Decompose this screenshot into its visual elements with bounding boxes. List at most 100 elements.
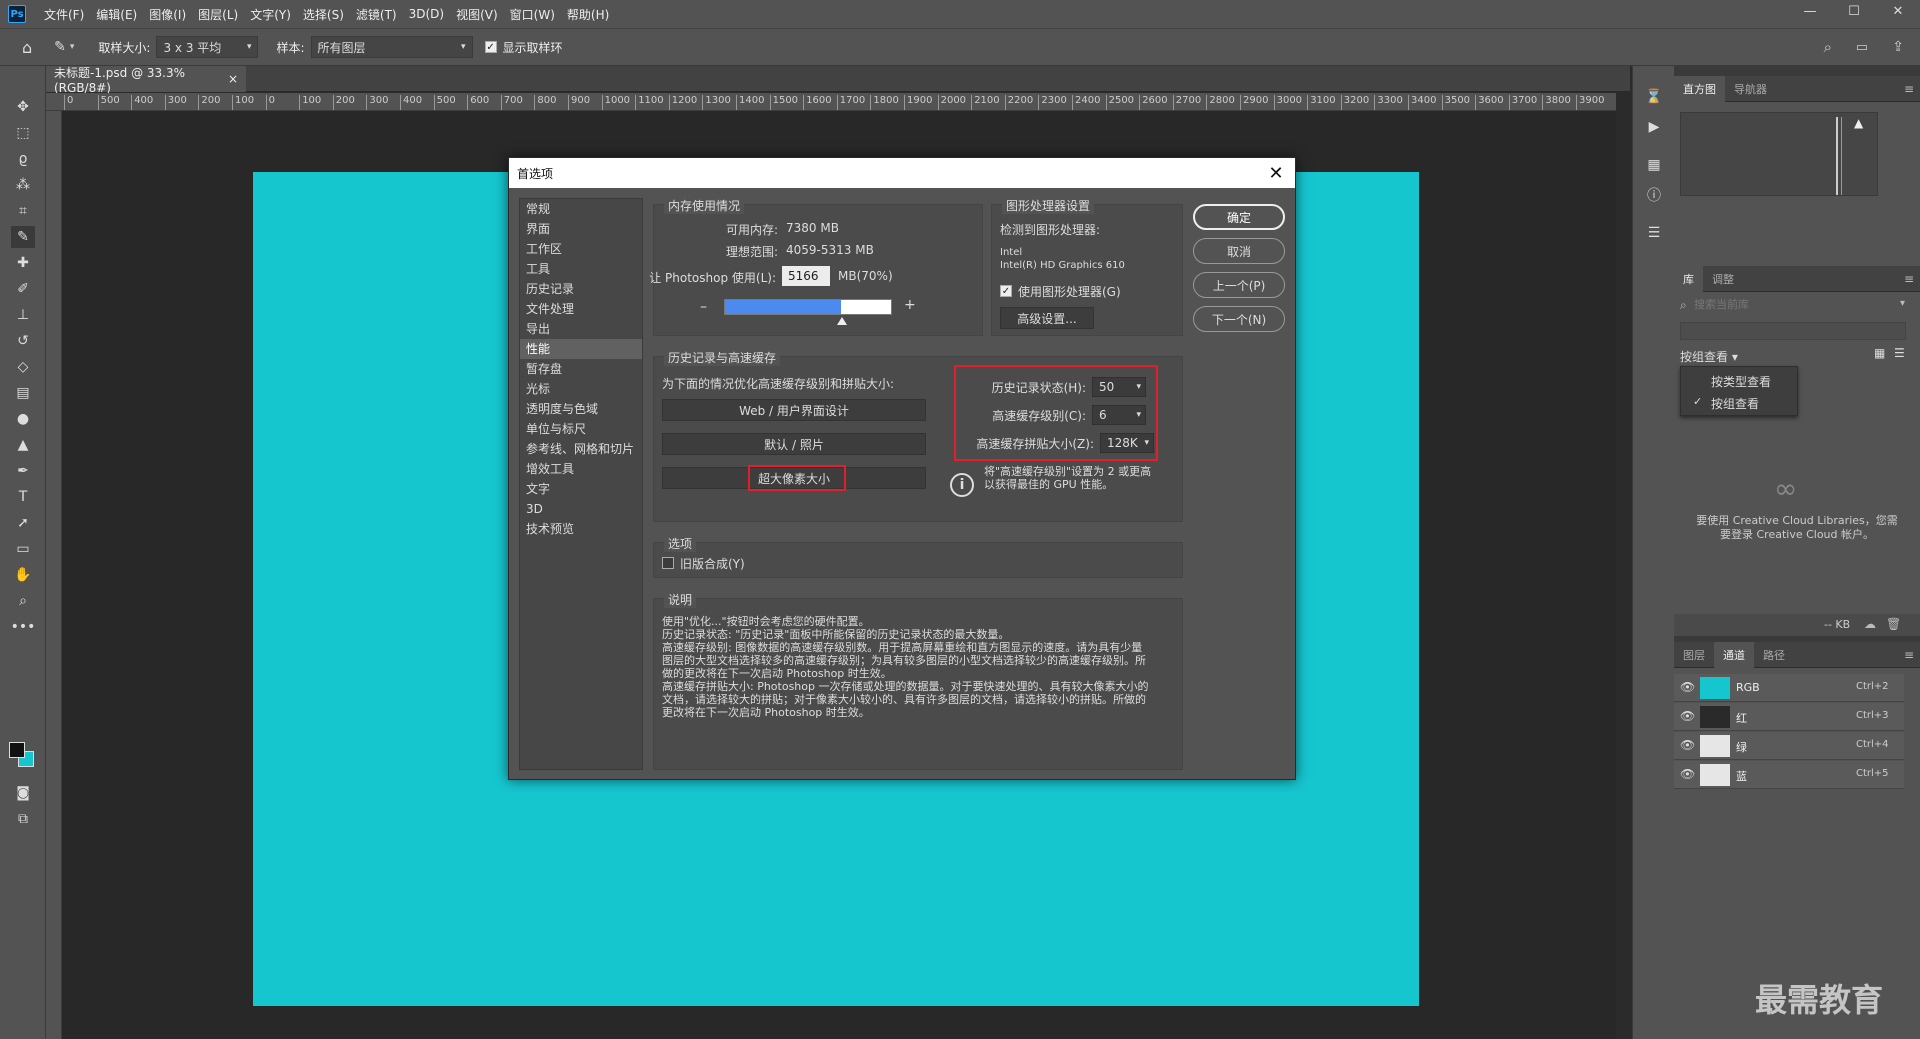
menu-3d[interactable]: 3D(D) — [403, 7, 450, 21]
eye-icon[interactable]: 👁 — [1680, 767, 1695, 781]
healing-brush-tool-icon[interactable]: ✚ — [11, 252, 35, 274]
eraser-tool-icon[interactable]: ◇ — [11, 356, 35, 378]
memory-use-input[interactable]: 5166 — [782, 266, 830, 286]
warning-icon[interactable]: ▲ — [1854, 116, 1863, 130]
maximize-button[interactable]: ☐ — [1832, 0, 1876, 22]
type-tool-icon[interactable]: T — [11, 486, 35, 508]
panel-menu-icon[interactable]: ≡ — [1904, 648, 1914, 662]
tab-navigator[interactable]: 导航器 — [1725, 76, 1776, 102]
eye-icon[interactable]: 👁 — [1680, 709, 1695, 723]
character-panel-icon[interactable]: ☰ — [1643, 222, 1665, 244]
list-view-icon[interactable]: ☰ — [1894, 346, 1905, 360]
menu-filter[interactable]: 滤镜(T) — [350, 6, 403, 23]
category-item[interactable]: 增效工具 — [520, 459, 642, 479]
close-icon[interactable]: ✕ — [1265, 162, 1287, 184]
channel-row-red[interactable]: 👁 红 Ctrl+3 — [1674, 703, 1904, 731]
minimize-button[interactable]: — — [1788, 0, 1832, 22]
info-panel-icon[interactable]: ⓘ — [1643, 184, 1665, 206]
lasso-tool-icon[interactable]: ϱ — [11, 148, 35, 170]
panel-menu-icon[interactable]: ≡ — [1904, 82, 1914, 96]
category-item[interactable]: 透明度与色域 — [520, 399, 642, 419]
menu-item-by-group[interactable]: 按组查看 — [1711, 395, 1759, 412]
more-tools-icon[interactable]: ••• — [11, 616, 36, 638]
eye-icon[interactable]: 👁 — [1680, 680, 1695, 694]
menu-view[interactable]: 视图(V) — [450, 6, 504, 23]
home-icon[interactable]: ⌂ — [22, 38, 32, 57]
memory-increase-button[interactable]: + — [904, 297, 916, 313]
tab-libraries[interactable]: 库 — [1674, 265, 1703, 292]
zoom-tool-icon[interactable]: ⌕ — [11, 590, 35, 612]
close-window-button[interactable]: ✕ — [1876, 0, 1920, 22]
next-button[interactable]: 下一个(N) — [1193, 306, 1285, 332]
prev-button[interactable]: 上一个(P) — [1193, 272, 1285, 298]
category-item[interactable]: 常规 — [520, 199, 642, 219]
category-item[interactable]: 导出 — [520, 319, 642, 339]
tab-paths[interactable]: 路径 — [1754, 642, 1794, 668]
quick-mask-icon[interactable]: ◙ — [11, 782, 35, 804]
cache-levels-select[interactable]: 6 ▾ — [1092, 405, 1146, 425]
gradient-tool-icon[interactable]: ▤ — [11, 382, 35, 404]
cloud-sync-icon[interactable]: ☁ — [1864, 617, 1876, 631]
marquee-tool-icon[interactable]: ⬚ — [11, 122, 35, 144]
close-tab-icon[interactable]: × — [228, 72, 238, 86]
cache-tile-size-select[interactable]: 128K ▾ — [1100, 433, 1154, 453]
menu-type[interactable]: 文字(Y) — [244, 6, 297, 23]
show-ring-checkbox[interactable]: ✓ — [484, 41, 497, 53]
ok-button[interactable]: 确定 — [1193, 204, 1285, 230]
eyedropper-tool-icon[interactable]: ✎ — [11, 226, 35, 248]
channel-row-blue[interactable]: 👁 蓝 Ctrl+5 — [1674, 761, 1904, 789]
tab-layers[interactable]: 图层 — [1674, 642, 1714, 668]
document-tab[interactable]: 未标题-1.psd @ 33.3%(RGB/8#) × — [46, 66, 246, 95]
category-item[interactable]: 参考线、网格和切片 — [520, 439, 642, 459]
menu-edit[interactable]: 编辑(E) — [90, 6, 143, 23]
category-item[interactable]: 文件处理 — [520, 299, 642, 319]
tool-preset-dropdown-icon[interactable]: ▾ — [70, 42, 75, 52]
trash-icon[interactable]: 🗑 — [1886, 617, 1901, 631]
magic-wand-tool-icon[interactable]: ⁂ — [11, 174, 35, 196]
category-item[interactable]: 3D — [520, 499, 642, 519]
properties-panel-icon[interactable]: ▦ — [1643, 154, 1665, 176]
menu-item-by-type[interactable]: 按类型查看 — [1711, 373, 1771, 390]
horizontal-ruler[interactable]: 0 500 400 300 200 100 0 100 200 300 400 500 600 700 80… — [46, 93, 1616, 111]
eyedropper-tool-icon[interactable]: ✎ — [54, 39, 66, 55]
share-icon[interactable]: ⇪ — [1892, 39, 1904, 55]
memory-decrease-button[interactable]: – — [700, 299, 707, 315]
category-item[interactable]: 工具 — [520, 259, 642, 279]
search-icon[interactable]: ⌕ — [1824, 38, 1832, 56]
category-item[interactable]: 文字 — [520, 479, 642, 499]
panel-menu-icon[interactable]: ≡ — [1904, 272, 1914, 286]
tab-adjustments[interactable]: 调整 — [1703, 266, 1743, 292]
category-item[interactable]: 单位与标尺 — [520, 419, 642, 439]
clone-stamp-tool-icon[interactable]: ⊥ — [11, 304, 35, 326]
menu-select[interactable]: 选择(S) — [297, 6, 350, 23]
history-brush-tool-icon[interactable]: ↺ — [11, 330, 35, 352]
actions-play-icon[interactable]: ▶ — [1643, 116, 1665, 138]
category-item[interactable]: 技术预览 — [520, 519, 642, 539]
move-tool-icon[interactable]: ✥ — [11, 96, 35, 118]
preset-web-ui-button[interactable]: Web / 用户界面设计 — [662, 399, 926, 421]
menu-image[interactable]: 图像(I) — [143, 6, 192, 23]
category-item[interactable]: 界面 — [520, 219, 642, 239]
chevron-down-icon[interactable]: ▾ — [1900, 298, 1905, 309]
vertical-ruler[interactable] — [46, 111, 62, 1039]
preset-default-photo-button[interactable]: 默认 / 照片 — [662, 433, 926, 455]
channel-row-rgb[interactable]: 👁 RGB Ctrl+2 — [1674, 674, 1904, 702]
menu-help[interactable]: 帮助(H) — [561, 6, 615, 23]
menu-window[interactable]: 窗口(W) — [504, 6, 561, 23]
cancel-button[interactable]: 取消 — [1193, 238, 1285, 264]
screen-mode-icon[interactable]: ⧉ — [11, 808, 35, 830]
tab-channels[interactable]: 通道 — [1714, 641, 1754, 668]
foreground-color-swatch[interactable] — [9, 742, 25, 758]
memory-slider-handle[interactable] — [836, 317, 847, 325]
history-panel-icon[interactable]: ⌛ — [1643, 86, 1665, 108]
pen-tool-icon[interactable]: ✒ — [11, 460, 35, 482]
advanced-settings-button[interactable]: 高级设置... — [1000, 307, 1094, 329]
sample-select[interactable]: 所有图层 ▾ — [310, 36, 473, 58]
category-item[interactable]: 光标 — [520, 379, 642, 399]
library-select[interactable] — [1680, 322, 1906, 340]
blur-tool-icon[interactable]: ● — [11, 408, 35, 430]
eye-icon[interactable]: 👁 — [1680, 738, 1695, 752]
category-item[interactable]: 历史记录 — [520, 279, 642, 299]
library-search-input[interactable]: 搜索当前库 — [1694, 296, 1898, 314]
category-item[interactable]: 工作区 — [520, 239, 642, 259]
